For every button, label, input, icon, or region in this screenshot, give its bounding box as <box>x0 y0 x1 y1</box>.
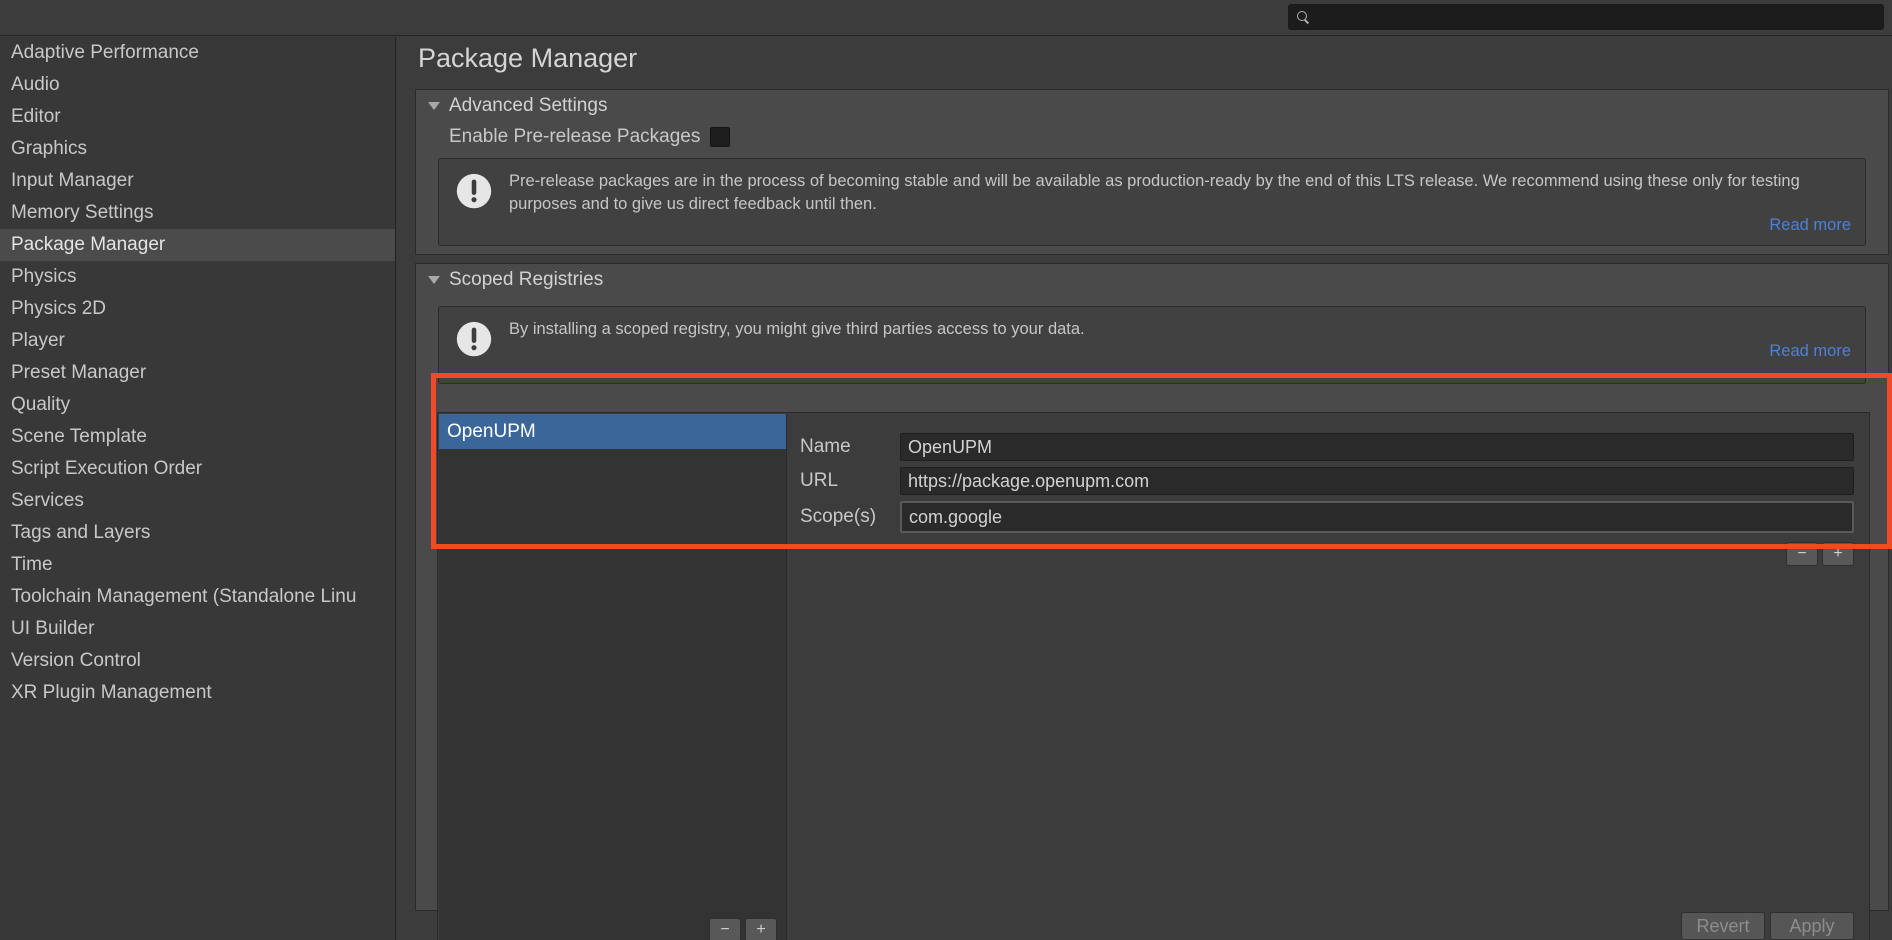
sidebar-item-physics-2d[interactable]: Physics 2D <box>0 293 395 325</box>
sidebar-item-editor[interactable]: Editor <box>0 101 395 133</box>
scoped-registry-read-more-link[interactable]: Read more <box>1769 342 1851 361</box>
sidebar-item-time[interactable]: Time <box>0 549 395 581</box>
sidebar-item-version-control[interactable]: Version Control <box>0 645 395 677</box>
search-field-wrapper[interactable] <box>1288 4 1884 30</box>
sidebar-item-preset-manager[interactable]: Preset Manager <box>0 357 395 389</box>
registry-action-buttons: Revert Apply <box>1681 912 1854 940</box>
registry-editor: OpenUPM − + Name URL Scope(s) <box>437 412 1870 940</box>
sidebar-item-player[interactable]: Player <box>0 325 395 357</box>
scoped-registry-help-box: By installing a scoped registry, you mig… <box>438 306 1866 384</box>
chevron-down-icon[interactable] <box>428 102 440 110</box>
registry-url-input[interactable] <box>900 467 1854 495</box>
enable-prerelease-label: Enable Pre-release Packages <box>449 126 700 148</box>
settings-sidebar[interactable]: Adaptive Performance Audio Editor Graphi… <box>0 37 396 940</box>
registry-scopes-label: Scope(s) <box>800 506 900 528</box>
apply-button[interactable]: Apply <box>1770 912 1854 940</box>
sidebar-item-quality[interactable]: Quality <box>0 389 395 421</box>
sidebar-item-xr-plugin-management[interactable]: XR Plugin Management <box>0 677 395 709</box>
enable-prerelease-row[interactable]: Enable Pre-release Packages <box>416 122 1888 152</box>
registry-url-row: URL <box>800 466 1854 496</box>
registry-list[interactable]: OpenUPM − + <box>439 414 787 940</box>
advanced-settings-section: Advanced Settings Enable Pre-release Pac… <box>415 89 1889 255</box>
registry-name-label: Name <box>800 436 900 458</box>
remove-scope-button[interactable]: − <box>1786 542 1818 566</box>
registry-list-buttons: − + <box>709 918 777 940</box>
search-input[interactable] <box>1310 10 1883 25</box>
sidebar-item-memory-settings[interactable]: Memory Settings <box>0 197 395 229</box>
registry-scopes-input[interactable] <box>900 501 1854 533</box>
warning-icon <box>453 320 495 362</box>
sidebar-item-input-manager[interactable]: Input Manager <box>0 165 395 197</box>
remove-registry-button[interactable]: − <box>709 918 741 940</box>
sidebar-item-toolchain-management[interactable]: Toolchain Management (Standalone Linu <box>0 581 395 613</box>
add-scope-button[interactable]: + <box>1822 542 1854 566</box>
registry-scopes-row: Scope(s) <box>800 502 1854 532</box>
main-content: Package Manager Advanced Settings Enable… <box>397 37 1892 940</box>
scope-buttons: − + <box>1786 542 1854 566</box>
scoped-registries-header[interactable]: Scoped Registries <box>416 264 1888 296</box>
registry-name-input[interactable] <box>900 433 1854 461</box>
sidebar-item-physics[interactable]: Physics <box>0 261 395 293</box>
enable-prerelease-checkbox[interactable] <box>710 127 730 147</box>
scoped-registries-title: Scoped Registries <box>449 269 603 291</box>
chevron-down-icon[interactable] <box>428 276 440 284</box>
search-icon <box>1297 11 1310 24</box>
add-registry-button[interactable]: + <box>745 918 777 940</box>
scoped-registry-help-text: By installing a scoped registry, you mig… <box>509 318 1851 341</box>
registry-url-label: URL <box>800 470 900 492</box>
registry-detail-panel: Name URL Scope(s) − + Revert Ap <box>788 414 1868 940</box>
prerelease-help-text: Pre-release packages are in the process … <box>509 170 1851 216</box>
registry-list-item-openupm[interactable]: OpenUPM <box>439 414 786 449</box>
warning-icon <box>453 172 495 214</box>
prerelease-help-box: Pre-release packages are in the process … <box>438 158 1866 246</box>
sidebar-item-package-manager[interactable]: Package Manager <box>0 229 395 261</box>
top-bar <box>0 0 1892 36</box>
scoped-registries-section: Scoped Registries By installing a scoped… <box>415 263 1889 911</box>
prerelease-read-more-link[interactable]: Read more <box>1769 216 1851 235</box>
sidebar-item-adaptive-performance[interactable]: Adaptive Performance <box>0 37 395 69</box>
sidebar-item-ui-builder[interactable]: UI Builder <box>0 613 395 645</box>
revert-button[interactable]: Revert <box>1681 912 1765 940</box>
advanced-settings-header[interactable]: Advanced Settings <box>416 90 1888 122</box>
sidebar-item-services[interactable]: Services <box>0 485 395 517</box>
sidebar-item-tags-and-layers[interactable]: Tags and Layers <box>0 517 395 549</box>
sidebar-item-scene-template[interactable]: Scene Template <box>0 421 395 453</box>
sidebar-item-audio[interactable]: Audio <box>0 69 395 101</box>
advanced-settings-title: Advanced Settings <box>449 95 607 117</box>
sidebar-item-script-execution-order[interactable]: Script Execution Order <box>0 453 395 485</box>
page-title: Package Manager <box>418 43 637 74</box>
sidebar-item-graphics[interactable]: Graphics <box>0 133 395 165</box>
registry-name-row: Name <box>800 432 1854 462</box>
